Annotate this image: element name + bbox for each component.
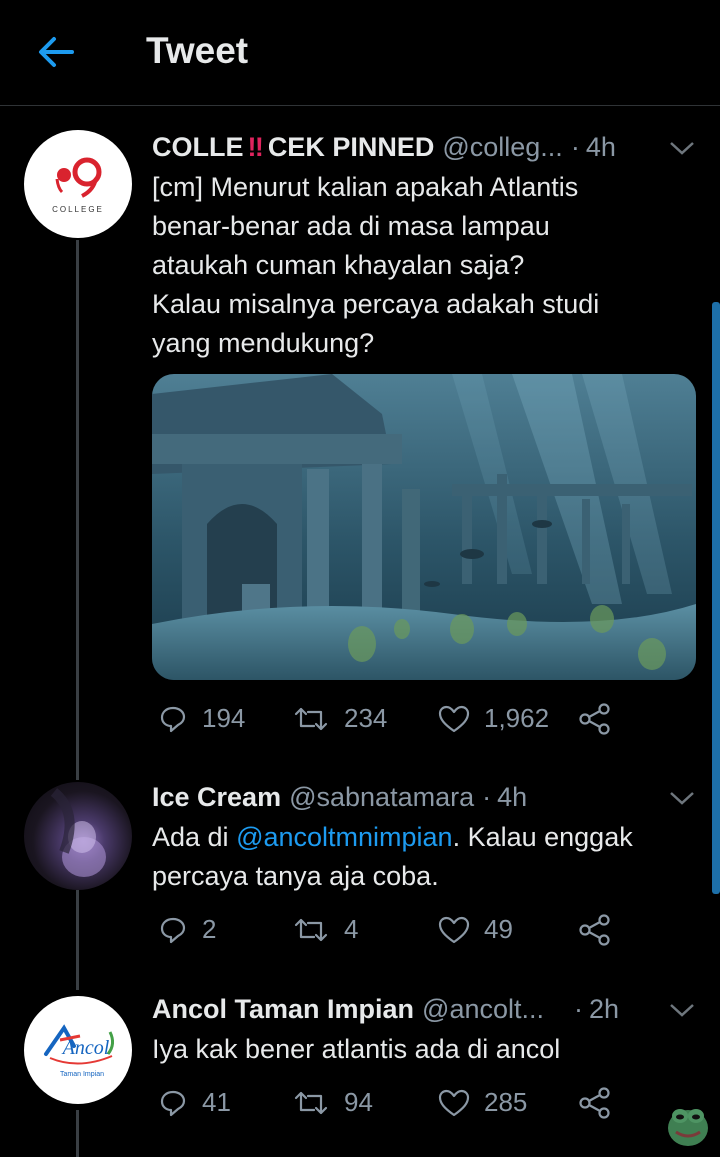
top-bar: Tweet <box>0 0 720 106</box>
chevron-down-icon[interactable] <box>668 1000 696 1020</box>
tweet-text: Iya kak bener atlantis ada di ancol <box>152 1030 702 1069</box>
like-button[interactable]: 49 <box>438 914 513 945</box>
reply-button[interactable]: 194 <box>158 703 245 734</box>
underwater-ruins-image <box>152 374 696 680</box>
reply-icon <box>160 1090 186 1116</box>
tweet-actions: 194 234 1,962 <box>152 703 622 743</box>
tweet-line: percaya tanya aja coba. <box>152 861 439 891</box>
reply-icon <box>160 706 186 732</box>
retweet-icon <box>294 1091 328 1114</box>
college-logo-icon: COLLEGE <box>52 157 104 214</box>
retweet-button[interactable]: 4 <box>292 914 358 945</box>
tweet-header: COLLE ‼ CEK PINNED @colleg... · 4h <box>152 132 616 163</box>
user-handle[interactable]: @colleg... <box>442 132 562 163</box>
like-count: 49 <box>484 914 513 944</box>
timestamp: 2h <box>589 994 620 1024</box>
tweet-header: Ice Cream @sabnatamara · 4h <box>152 782 527 813</box>
thread-line <box>76 240 79 780</box>
display-name[interactable]: Ancol Taman Impian <box>152 994 414 1025</box>
reply-button[interactable]: 2 <box>158 914 216 945</box>
ancol-logo-icon: Ancol Taman Impian <box>44 1024 115 1078</box>
user-handle[interactable]: @ancolt... <box>422 994 544 1025</box>
timestamp: 4h <box>497 782 528 812</box>
avatar-sublabel: Taman Impian <box>60 1071 104 1078</box>
tweet-line: benar-benar ada di masa lampau <box>152 211 550 241</box>
profile-photo <box>50 788 106 877</box>
like-button[interactable]: 1,962 <box>438 703 549 734</box>
share-icon <box>579 914 610 946</box>
reply-count: 2 <box>202 914 217 944</box>
separator-dot: · <box>570 132 580 162</box>
chevron-down-icon[interactable] <box>668 138 696 158</box>
mention-link[interactable]: @ancoltmnimpian <box>236 822 453 852</box>
tweet-image[interactable] <box>152 374 696 680</box>
avatar[interactable] <box>24 782 132 890</box>
like-button[interactable]: 285 <box>438 1087 527 1118</box>
avatar-label: COLLEGE <box>52 205 104 214</box>
thread-line <box>76 1110 79 1157</box>
tweet-line: [cm] Menurut kalian apakah Atlantis <box>152 172 579 202</box>
tweet-header: Ancol Taman Impian @ancolt... · 2h <box>152 994 619 1025</box>
share-button[interactable] <box>578 914 626 946</box>
retweet-count: 4 <box>344 914 359 944</box>
separator-dot: · <box>574 994 584 1024</box>
tweet-line: Iya kak bener atlantis ada di ancol <box>152 1034 561 1064</box>
tweet-text: Ada di @ancoltmnimpian. Kalau enggak per… <box>152 818 702 896</box>
like-count: 285 <box>484 1087 528 1117</box>
timestamp: 4h <box>585 132 616 162</box>
tweet-line: Ada di @ancoltmnimpian. Kalau enggak <box>152 818 702 857</box>
display-name-suffix[interactable]: CEK PINNED <box>268 132 435 163</box>
thread-line <box>76 890 79 990</box>
double-exclamation-icon: ‼ <box>247 132 264 162</box>
heart-icon <box>438 916 470 943</box>
display-name[interactable]: Ice Cream <box>152 782 281 813</box>
chevron-down-icon[interactable] <box>668 788 696 808</box>
reply-count: 194 <box>202 703 246 733</box>
separator-dot: · <box>482 782 492 812</box>
tweet-line: ataukah cuman khayalan saja? <box>152 250 525 280</box>
retweet-button[interactable]: 234 <box>292 703 387 734</box>
tweet-actions: 41 94 285 <box>152 1087 622 1127</box>
share-button[interactable] <box>578 1087 626 1119</box>
heart-icon <box>438 705 470 732</box>
share-icon <box>579 703 610 735</box>
tweet-text-part: Ada di <box>152 822 237 852</box>
reply-count: 41 <box>202 1087 231 1117</box>
reply-icon <box>160 917 186 943</box>
tweet-actions: 2 4 49 <box>152 914 622 954</box>
avatar[interactable]: Ancol Taman Impian <box>24 996 132 1104</box>
reply-button[interactable]: 41 <box>158 1087 231 1118</box>
retweet-count: 234 <box>344 703 388 733</box>
avatar[interactable]: COLLEGE <box>24 130 132 238</box>
avatar-label: Ancol <box>61 1037 110 1059</box>
retweet-icon <box>294 707 328 730</box>
retweet-icon <box>294 918 328 941</box>
share-button[interactable] <box>578 703 626 735</box>
user-handle[interactable]: @sabnatamara <box>289 782 474 813</box>
scrollbar[interactable] <box>712 302 720 894</box>
retweet-count: 94 <box>344 1087 373 1117</box>
display-name[interactable]: COLLE <box>152 132 244 163</box>
share-icon <box>579 1087 610 1119</box>
retweet-button[interactable]: 94 <box>292 1087 373 1118</box>
tweet-text: [cm] Menurut kalian apakah Atlantis bena… <box>152 168 702 363</box>
frog-watermark-icon <box>668 1109 708 1146</box>
tweet-line: Kalau misalnya percaya adakah studi <box>152 289 600 319</box>
back-arrow-icon[interactable] <box>36 32 76 72</box>
tweet-text-part: . Kalau enggak <box>452 822 633 852</box>
tweet-line: yang mendukung? <box>152 328 375 358</box>
heart-icon <box>438 1089 470 1116</box>
page-title: Tweet <box>146 30 249 71</box>
like-count: 1,962 <box>484 703 550 733</box>
